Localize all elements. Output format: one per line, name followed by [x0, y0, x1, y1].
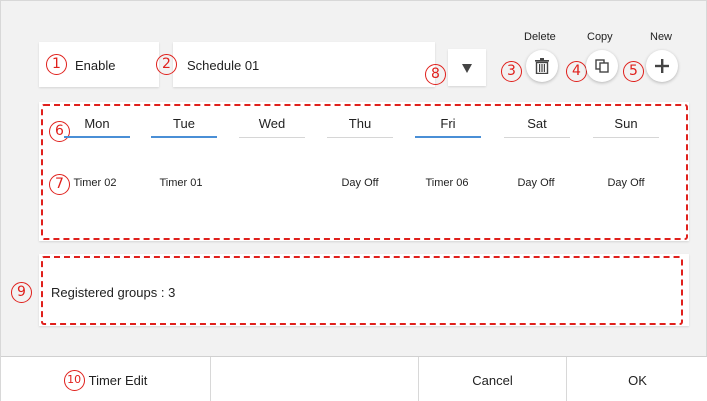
- ok-button[interactable]: OK: [567, 357, 707, 401]
- copy-button[interactable]: [586, 50, 618, 82]
- annotation-10: 10: [63, 369, 85, 391]
- delete-button[interactable]: [526, 50, 558, 82]
- new-button[interactable]: [646, 50, 678, 82]
- copy-icon: [595, 59, 609, 73]
- footer-bar: 10 Timer Edit Cancel OK: [1, 356, 707, 401]
- day-tab-mon[interactable]: Mon: [64, 116, 130, 138]
- day-value-thu: Day Off: [341, 177, 379, 189]
- schedule-dropdown-button[interactable]: [448, 49, 486, 86]
- day-tab-sun[interactable]: Sun: [593, 116, 659, 138]
- annotation-4: 4: [566, 61, 587, 82]
- new-caption: New: [650, 31, 673, 43]
- day-value-fri: Timer 06: [425, 177, 469, 189]
- day-tab-sat[interactable]: Sat: [504, 116, 570, 138]
- schedule-dialog: 1 Enable 2 Schedule 01 8 Delete 3 Copy 4…: [0, 0, 707, 401]
- ok-label: OK: [628, 372, 647, 388]
- day-tab-wed[interactable]: Wed: [239, 116, 305, 138]
- annotation-5: 5: [623, 61, 644, 82]
- annotation-3: 3: [501, 61, 522, 82]
- spacer-cell: [211, 357, 419, 401]
- day-tab-fri[interactable]: Fri: [415, 116, 481, 138]
- day-value-mon: Timer 02: [73, 177, 117, 189]
- delete-caption: Delete: [524, 31, 556, 43]
- cancel-button[interactable]: Cancel: [419, 357, 567, 401]
- day-value-tue: Timer 01: [159, 177, 203, 189]
- trash-icon: [535, 58, 549, 74]
- timer-edit-label: Timer Edit: [88, 372, 148, 388]
- registered-groups-label: Registered groups : 3: [51, 285, 176, 300]
- annotation-9: 9: [11, 282, 32, 303]
- annotation-8: 8: [425, 64, 446, 85]
- day-value-sat: Day Off: [517, 177, 555, 189]
- triangle-down-icon: [462, 63, 472, 73]
- day-value-sun: Day Off: [607, 177, 645, 189]
- cancel-label: Cancel: [472, 372, 513, 388]
- timer-edit-button[interactable]: 10 Timer Edit: [1, 357, 211, 401]
- day-tab-tue[interactable]: Tue: [151, 116, 217, 138]
- copy-caption: Copy: [587, 31, 613, 43]
- annotation-1: 1: [46, 54, 67, 75]
- schedule-name: Schedule 01: [187, 58, 260, 73]
- enable-label: Enable: [75, 58, 116, 73]
- day-tab-thu[interactable]: Thu: [327, 116, 393, 138]
- annotation-2: 2: [156, 54, 177, 75]
- plus-icon: [655, 59, 669, 73]
